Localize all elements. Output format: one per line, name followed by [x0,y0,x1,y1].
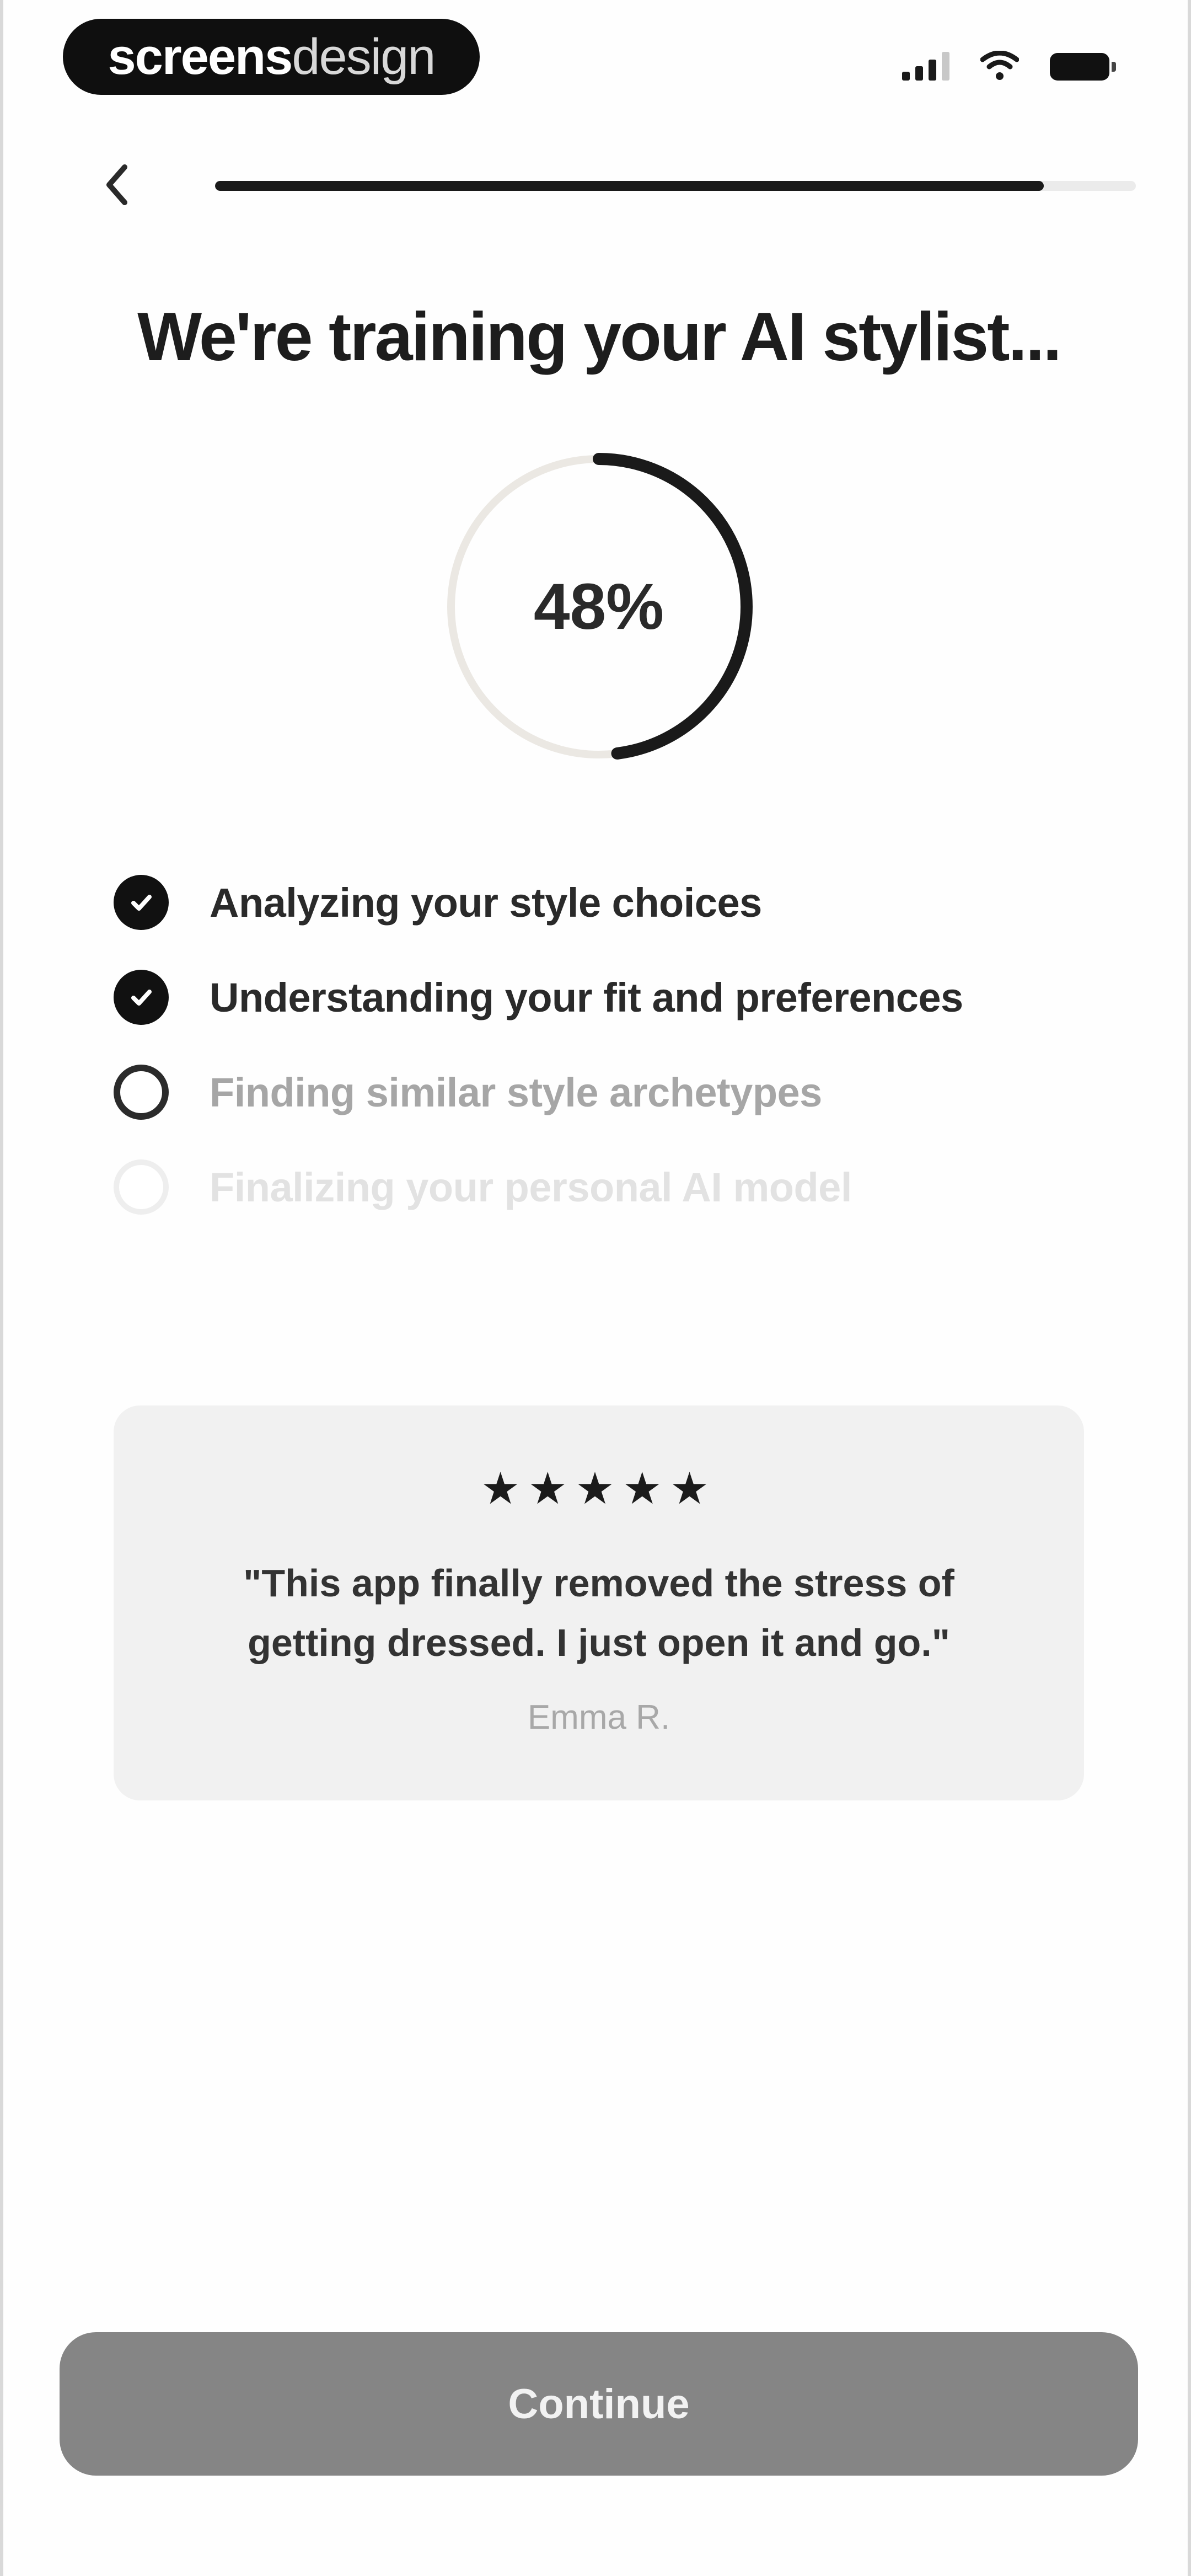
battery-icon [1050,53,1116,81]
training-steps-list: Analyzing your style choices Understandi… [114,855,1106,1234]
step-item: Analyzing your style choices [114,855,1106,950]
onboarding-progress-bar [215,181,1136,191]
empty-circle-icon [114,1159,169,1215]
testimonial-card: ★★★★★ "This app finally removed the stre… [114,1405,1084,1800]
page-title: We're training your AI stylist... [137,299,1062,375]
step-label: Finalizing your personal AI model [210,1164,852,1210]
continue-button[interactable]: Continue [60,2332,1138,2476]
step-label: Finding similar style archetypes [210,1069,822,1115]
wifi-icon [980,51,1019,80]
chevron-left-icon [106,164,127,205]
training-percent: 48% [533,570,664,643]
empty-circle-icon [114,1065,169,1120]
star-rating-icon: ★★★★★ [480,1463,717,1514]
logo-text-bold: screens [108,28,293,85]
cellular-signal-icon [902,52,949,81]
app-screen: screens design We're training your AI sty… [0,0,1191,2576]
checkmark-icon [114,970,169,1025]
testimonial-quote: "This app finally removed the stress of … [243,1562,954,1664]
status-icons [902,51,1116,81]
testimonial-author: Emma R. [527,1698,670,1736]
step-item: Finding similar style archetypes [114,1045,1106,1140]
step-item: Understanding your fit and preferences [114,950,1106,1045]
training-progress-ring: 48% [439,447,759,767]
step-label: Understanding your fit and preferences [210,974,963,1020]
onboarding-progress-fill [215,181,1044,191]
screensdesign-logo: screens design [63,19,480,95]
step-label: Analyzing your style choices [210,879,762,926]
step-item: Finalizing your personal AI model [114,1140,1106,1234]
logo-text-light: design [292,28,436,85]
back-button[interactable] [92,160,141,210]
checkmark-icon [114,875,169,930]
